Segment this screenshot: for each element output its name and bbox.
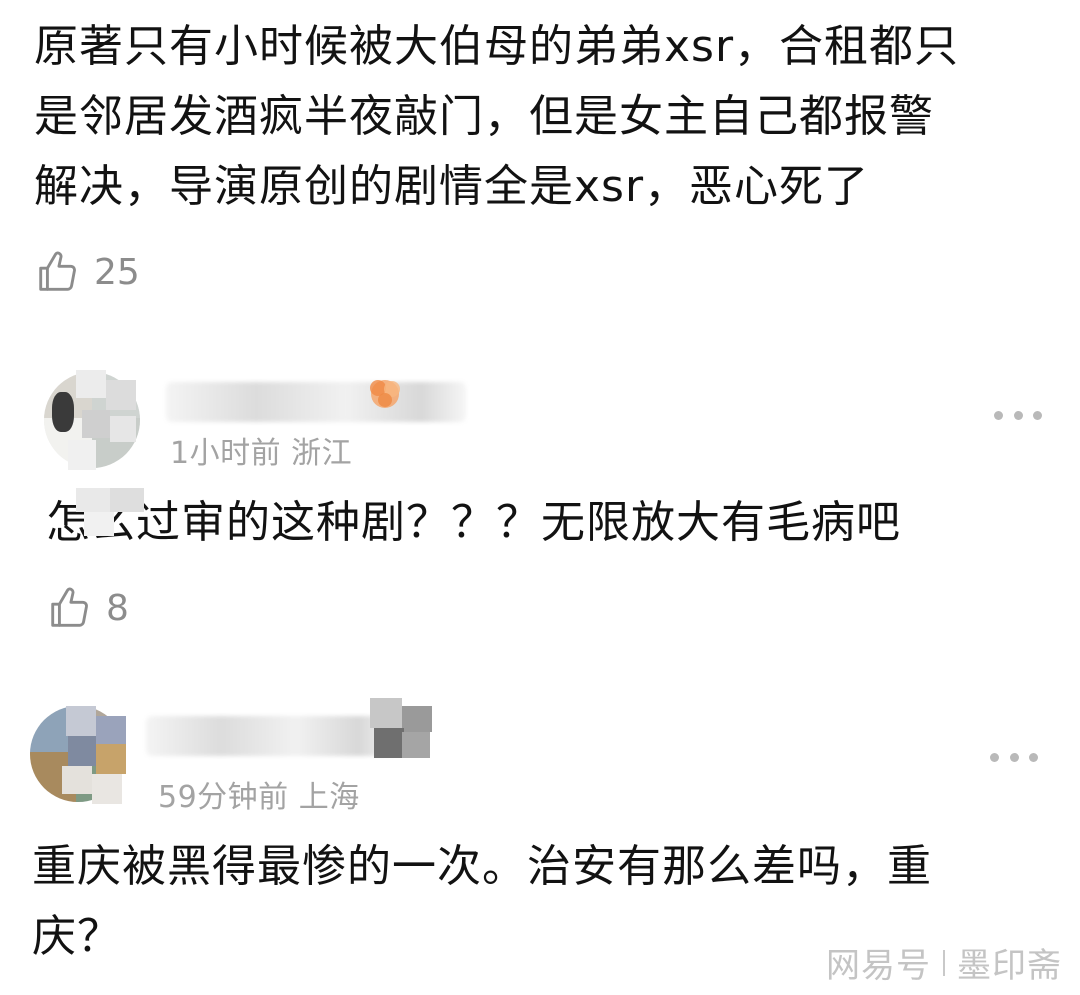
comment-meta: 59分钟前 上海: [158, 780, 360, 815]
avatar-mosaic: [52, 702, 134, 810]
name-mosaic: [370, 698, 434, 760]
like-count: 8: [106, 587, 129, 629]
avatar-mosaic: [62, 370, 142, 474]
more-icon[interactable]: [990, 750, 1038, 764]
watermark-author: 墨印斋: [957, 946, 1062, 986]
like-button[interactable]: 8: [46, 584, 129, 632]
comment-text: 原著只有小时候被大伯母的弟弟xsr，合租都只 是邻居发酒疯半夜敲门，但是女主自己…: [34, 21, 960, 212]
username-blurred[interactable]: [166, 382, 466, 422]
comment-meta: 1小时前 浙江: [170, 436, 353, 471]
more-icon[interactable]: [994, 408, 1042, 422]
like-count: 25: [94, 251, 140, 293]
comment-text: 怎么过审的这种剧？？？无限放大有毛病吧: [46, 497, 901, 548]
text-mosaic: [76, 488, 146, 538]
like-button[interactable]: 25: [34, 248, 140, 296]
watermark-separator: [943, 949, 945, 976]
username-blurred[interactable]: [146, 716, 396, 756]
watermark-source: 网易号: [826, 946, 931, 986]
flower-icon: [370, 380, 400, 408]
thumbs-up-icon: [39, 251, 76, 291]
watermark: 网易号 墨印斋: [826, 938, 1062, 987]
thumbs-up-icon: [51, 587, 88, 627]
